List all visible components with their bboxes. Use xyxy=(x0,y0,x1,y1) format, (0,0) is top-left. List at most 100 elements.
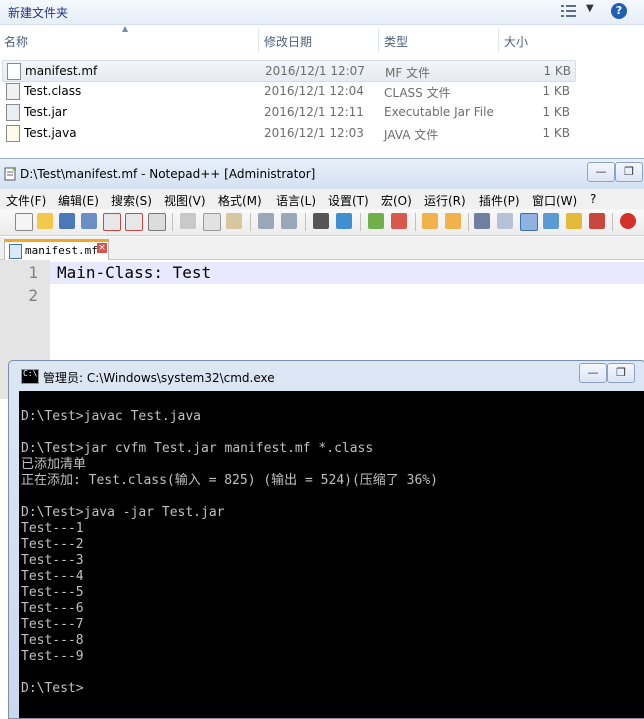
code-line[interactable]: Main-Class: Test xyxy=(57,263,211,282)
console-line: D:\Test>java -jar Test.jar xyxy=(21,505,225,520)
close-all-icon[interactable] xyxy=(125,213,143,231)
column-divider[interactable] xyxy=(258,28,259,52)
file-date: 2016/12/1 12:07 xyxy=(265,64,365,78)
close-file-icon[interactable] xyxy=(103,213,121,231)
redo-icon[interactable] xyxy=(281,213,297,229)
notepad-app-icon xyxy=(4,167,16,181)
restore-button[interactable]: ❐ xyxy=(607,363,635,383)
view-options-icon[interactable] xyxy=(561,4,577,18)
function-list-icon[interactable] xyxy=(589,213,605,229)
java-file-icon xyxy=(6,125,20,142)
show-all-chars-icon[interactable] xyxy=(497,213,513,229)
zoom-out-icon[interactable] xyxy=(391,213,407,229)
menu-edit[interactable]: 编辑(E) xyxy=(58,192,99,209)
language-icon[interactable] xyxy=(543,213,559,229)
cut-icon[interactable] xyxy=(180,213,196,229)
column-divider[interactable] xyxy=(498,28,499,52)
view-dropdown-arrow-icon[interactable]: ▼ xyxy=(586,3,594,14)
print-icon[interactable] xyxy=(148,213,166,231)
restore-button[interactable]: ❐ xyxy=(615,162,643,182)
console-line: Test---8 xyxy=(21,633,84,648)
menu-language[interactable]: 语言(L) xyxy=(276,192,316,209)
console-line: D:\Test> xyxy=(21,681,84,696)
file-type: MF 文件 xyxy=(385,66,431,80)
minimize-button[interactable]: — xyxy=(579,363,607,383)
save-all-icon[interactable] xyxy=(81,213,97,229)
line-number: 1 xyxy=(28,263,38,282)
cmd-window-title: 管理员: C:\Windows\system32\cmd.exe xyxy=(43,371,275,385)
tab-label: manifest.mf xyxy=(25,244,98,257)
word-wrap-icon[interactable] xyxy=(474,213,490,229)
tab-close-icon[interactable]: × xyxy=(97,243,107,253)
console-line: 正在添加: Test.class(输入 = 825) (输出 = 524)(压缩… xyxy=(21,473,438,488)
menu-format[interactable]: 格式(M) xyxy=(218,192,262,209)
sync-horizontal-icon[interactable] xyxy=(445,213,461,229)
console-line: Test---1 xyxy=(21,521,84,536)
save-icon[interactable] xyxy=(59,213,75,229)
paste-icon[interactable] xyxy=(226,213,242,229)
cmd-icon-text: C:\ xyxy=(23,369,38,378)
menu-help[interactable]: ? xyxy=(590,192,596,206)
open-file-icon[interactable] xyxy=(37,213,53,229)
menu-macro[interactable]: 宏(O) xyxy=(381,192,412,209)
cmd-console-output[interactable]: D:\Test>javac Test.java D:\Test>jar cvfm… xyxy=(19,391,644,718)
column-header-size[interactable]: 大小 xyxy=(504,33,528,50)
file-name: Test.java xyxy=(24,126,77,140)
zoom-in-icon[interactable] xyxy=(368,213,384,229)
file-type: JAVA 文件 xyxy=(384,128,439,142)
menu-search[interactable]: 搜索(S) xyxy=(111,192,152,209)
explorer-toolbar: 新建文件夹 ▼ ? xyxy=(0,0,644,25)
find-icon[interactable] xyxy=(313,213,329,229)
file-name: Test.class xyxy=(24,84,82,98)
file-row[interactable]: Test.jar 2016/12/1 12:11 Executable Jar … xyxy=(2,102,574,122)
file-size: 1 KB xyxy=(543,64,571,78)
class-file-icon xyxy=(6,83,20,100)
column-divider[interactable] xyxy=(378,28,379,52)
doc-map-icon[interactable] xyxy=(566,213,582,229)
file-row[interactable]: Test.class 2016/12/1 12:04 CLASS 文件 1 KB xyxy=(2,81,574,101)
column-header-row: ▲ 名称 修改日期 类型 大小 xyxy=(0,24,644,54)
console-line: D:\Test>javac Test.java xyxy=(21,409,202,424)
new-file-icon[interactable] xyxy=(15,213,33,231)
file-size: 1 KB xyxy=(542,105,570,119)
file-size: 1 KB xyxy=(542,84,570,98)
sync-vertical-icon[interactable] xyxy=(422,213,438,229)
cmd-title-bar[interactable]: C:\ 管理员: C:\Windows\system32\cmd.exe — ❐ xyxy=(9,361,644,391)
notepad-title-bar[interactable]: D:\Test\manifest.mf - Notepad++ [Adminis… xyxy=(0,159,644,189)
help-icon[interactable]: ? xyxy=(611,3,627,19)
toolbar-separator xyxy=(415,213,416,231)
console-line: Test---6 xyxy=(21,601,84,616)
menu-plugins[interactable]: 插件(P) xyxy=(479,192,520,209)
menu-view[interactable]: 视图(V) xyxy=(164,192,206,209)
column-header-type[interactable]: 类型 xyxy=(384,33,408,50)
toolbar-separator xyxy=(612,213,613,231)
console-line: Test---9 xyxy=(21,649,84,664)
file-date: 2016/12/1 12:04 xyxy=(264,84,364,98)
replace-icon[interactable] xyxy=(336,213,352,229)
undo-icon[interactable] xyxy=(258,213,274,229)
notepad-menu-bar: 文件(F) 编辑(E) 搜索(S) 视图(V) 格式(M) 语言(L) 设置(T… xyxy=(0,189,644,209)
menu-window[interactable]: 窗口(W) xyxy=(532,192,577,209)
column-header-name[interactable]: 名称 xyxy=(4,33,28,50)
toolbar-separator xyxy=(468,213,469,231)
menu-run[interactable]: 运行(R) xyxy=(424,192,466,209)
column-header-date[interactable]: 修改日期 xyxy=(264,33,312,50)
cmd-window: C:\ 管理员: C:\Windows\system32\cmd.exe — ❐… xyxy=(8,360,644,719)
record-macro-icon[interactable] xyxy=(620,213,636,229)
notepad-tab-bar: manifest.mf × xyxy=(0,237,644,261)
console-line: Test---3 xyxy=(21,553,84,568)
minimize-button[interactable]: — xyxy=(587,162,615,182)
file-row[interactable]: Test.java 2016/12/1 12:03 JAVA 文件 1 KB xyxy=(2,123,574,143)
indent-guide-icon[interactable] xyxy=(520,213,538,231)
file-name: manifest.mf xyxy=(25,64,98,78)
file-name: Test.jar xyxy=(24,105,68,119)
toolbar-separator xyxy=(172,213,173,231)
file-row[interactable]: manifest.mf 2016/12/1 12:07 MF 文件 1 KB xyxy=(2,60,576,82)
menu-file[interactable]: 文件(F) xyxy=(6,192,46,209)
menu-settings[interactable]: 设置(T) xyxy=(328,192,369,209)
copy-icon[interactable] xyxy=(203,213,221,231)
console-line: Test---2 xyxy=(21,537,84,552)
cmd-app-icon: C:\ xyxy=(21,369,39,384)
tab-manifest-mf[interactable]: manifest.mf × xyxy=(4,239,109,261)
toolbar-separator xyxy=(305,213,306,231)
